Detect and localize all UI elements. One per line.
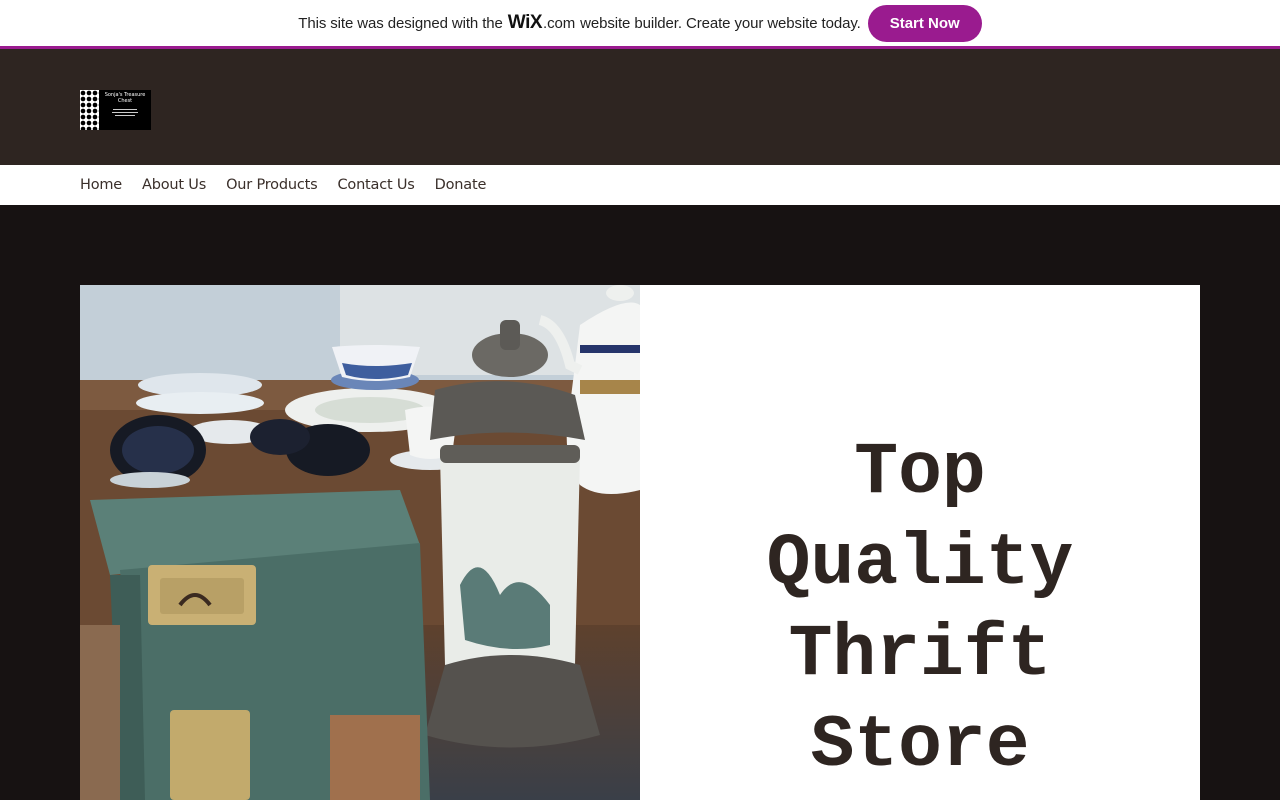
hero-section: Top Quality Thrift Store	[0, 205, 1280, 800]
logo-pattern	[80, 90, 99, 130]
nav-item-our-products[interactable]: Our Products	[226, 177, 318, 193]
hero-text-panel: Top Quality Thrift Store	[640, 285, 1200, 800]
logo-contact-lines	[112, 109, 138, 116]
nav-item-contact-us[interactable]: Contact Us	[337, 177, 414, 193]
nav-item-donate[interactable]: Donate	[435, 177, 487, 193]
thrift-goods-photo	[80, 285, 640, 800]
wix-promo-text-after: website builder. Create your website tod…	[580, 14, 861, 32]
main-nav: Home About Us Our Products Contact Us Do…	[0, 165, 1280, 205]
wix-logo: WiX	[507, 12, 543, 33]
nav-item-about-us[interactable]: About Us	[142, 177, 206, 193]
wix-promo-text: This site was designed with the WiX .com…	[298, 12, 861, 34]
site-logo[interactable]: Sonja's Treasure Chest	[80, 90, 151, 130]
nav-item-home[interactable]: Home	[80, 177, 122, 193]
start-now-button[interactable]: Start Now	[867, 4, 982, 42]
logo-text: Sonja's Treasure Chest	[99, 90, 151, 130]
logo-contact-info	[99, 108, 151, 120]
logo-name: Sonja's Treasure Chest	[104, 92, 146, 104]
wix-promo-text-before: This site was designed with the	[298, 14, 503, 32]
wix-promo-banner: This site was designed with the WiX .com…	[0, 0, 1280, 49]
hero-title: Top Quality Thrift Store	[766, 431, 1074, 787]
site-header: Sonja's Treasure Chest	[0, 49, 1280, 165]
hero-image	[80, 285, 640, 800]
wix-dotcom: .com	[543, 14, 576, 32]
